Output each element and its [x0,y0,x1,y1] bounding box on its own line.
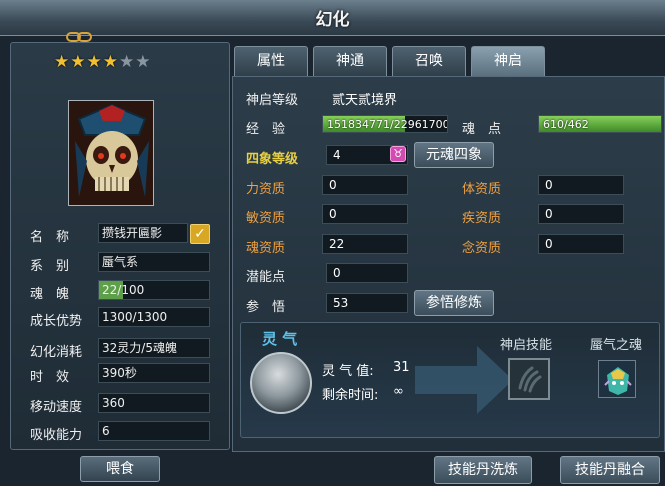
remaining-time-value: ∞ [393,384,404,399]
spirit-value-label: 灵 气 值: [322,364,374,379]
insight-train-button[interactable]: 参悟修炼 [414,290,494,316]
skill-pill-wash-button[interactable]: 技能丹洗炼 [434,456,532,484]
mind-label: 念资质 [462,241,502,256]
transform-cost-value: 32灵力/5魂魄 [102,341,177,355]
skill-pill-fuse-button[interactable]: 技能丹融合 [560,456,660,484]
tab-divine[interactable]: 神启 [471,46,545,76]
soul-title: 蜃气之魂 [590,338,643,353]
growth-value: 1300/1300 [102,310,168,324]
soul-aptitude-value: 22 [322,234,408,254]
agility-value: 0 [322,204,408,224]
soul-aptitude-label: 魂资质 [246,241,286,256]
spirit-title: 灵 气 [262,330,298,348]
faction-value: 蜃气系 [102,255,139,269]
four-symbols-icon[interactable]: ♉ [390,146,406,162]
move-speed-value-box: 360 [98,393,210,413]
absorb-value-box: 6 [98,421,210,441]
soul-points-label: 魂 点 [462,122,502,137]
transform-cost-value-box: 32灵力/5魂魄 [98,338,210,358]
star-filled-icon: ★ [54,52,71,72]
star-rating: ★★★★★★ [54,52,184,72]
spirit-value: 31 [393,360,410,375]
soul-points-value: 610/462 [543,118,589,131]
divine-skill-title: 神启技能 [500,338,553,353]
insight-value: 53 [326,293,408,313]
strength-value: 0 [322,175,408,195]
speed-value: 0 [538,204,624,224]
remaining-time-label: 剩余时间: [322,388,379,403]
faction-label: 系 别 [30,259,70,274]
strength-label: 力资质 [246,182,286,197]
transform-cost-label: 幻化消耗 [30,345,83,360]
star-empty-icon: ★ [135,52,152,72]
growth-value-box: 1300/1300 [98,307,210,327]
exp-value: 151834771/229617008 [327,118,448,131]
confirm-name-check-icon[interactable]: ✓ [190,224,210,244]
name-value-box[interactable]: 攒钱开匾影 [98,223,188,243]
absorb-value: 6 [102,424,110,438]
potential-value: 0 [326,263,408,283]
spirit-orb-icon[interactable] [250,352,312,414]
tab-abilities[interactable]: 神通 [313,46,387,76]
move-speed-label: 移动速度 [30,400,83,415]
four-symbols-button[interactable]: 元魂四象 [414,142,494,168]
soul-value: 22/100 [102,283,145,297]
level-label: 神启等级 [246,93,299,108]
absorb-label: 吸收能力 [30,428,83,443]
mind-value: 0 [538,234,624,254]
speed-label: 疾资质 [462,211,502,226]
feed-button[interactable]: 喂食 [80,456,160,482]
divine-skill-slot[interactable] [508,358,550,400]
soul-value-box: 22/100 [98,280,210,300]
constitution-value: 0 [538,175,624,195]
constitution-label: 体资质 [462,182,502,197]
skull-icon [69,101,153,205]
growth-label: 成长优势 [30,314,83,329]
four-symbols-label: 四象等级 [246,152,299,167]
exp-label: 经 验 [246,122,286,137]
move-speed-value: 360 [102,396,125,410]
duration-value: 390秒 [102,366,137,380]
insight-label: 参 悟 [246,300,286,315]
window-title: 幻化 [315,10,350,30]
faction-value-box: 蜃气系 [98,252,210,272]
star-filled-icon: ★ [70,52,87,72]
duration-value-box: 390秒 [98,363,210,383]
agility-label: 敏资质 [246,211,286,226]
star-filled-icon: ★ [86,52,103,72]
tab-summon[interactable]: 召唤 [392,46,466,76]
name-value: 攒钱开匾影 [102,226,163,240]
soul-points-bar: 610/462 [538,115,662,133]
star-filled-icon: ★ [102,52,119,72]
soul-label: 魂 魄 [30,287,70,302]
mirage-soul-icon[interactable] [598,360,636,398]
duration-label: 时 效 [30,370,70,385]
level-value: 贰天贰境界 [332,93,398,108]
star-empty-icon: ★ [119,52,136,72]
claw-icon [518,366,542,393]
tab-attributes[interactable]: 属性 [234,46,308,76]
potential-label: 潜能点 [246,270,286,285]
soul-creature-icon [599,361,635,397]
name-label: 名 称 [30,230,70,245]
exp-bar: 151834771/229617008 [322,115,448,133]
pet-portrait [68,100,154,206]
